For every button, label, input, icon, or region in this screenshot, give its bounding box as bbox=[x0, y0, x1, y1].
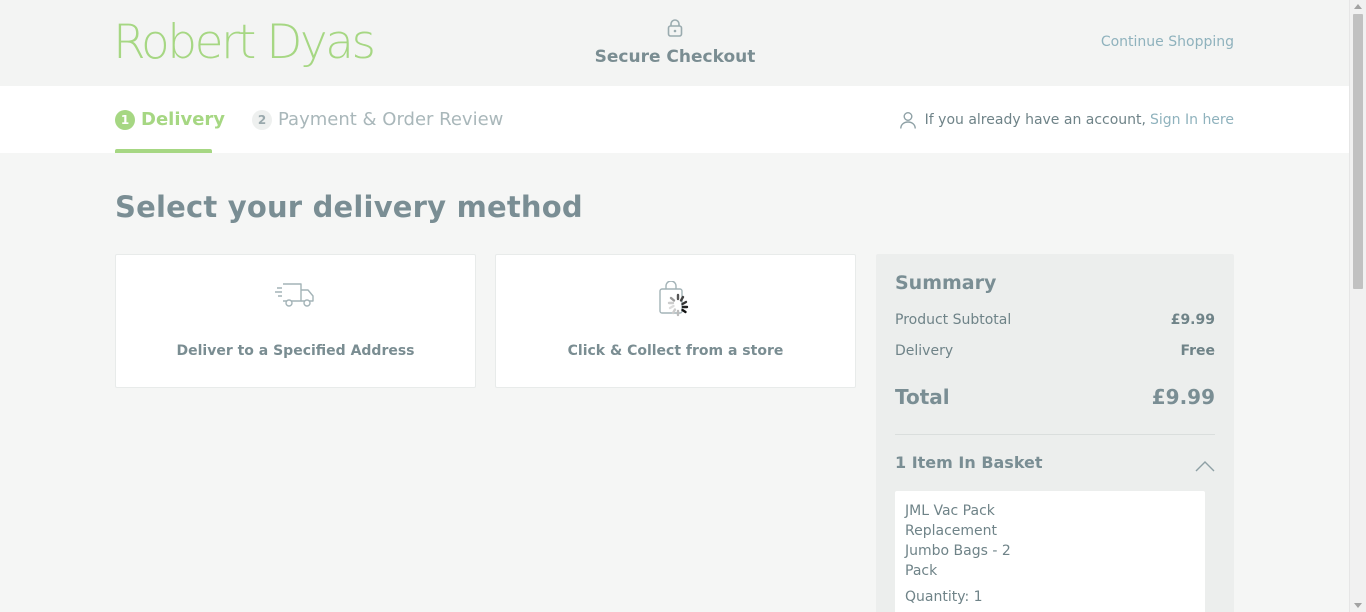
item-name[interactable]: JML Vac Pack Replacement Jumbo Bags - 2 … bbox=[905, 501, 1035, 581]
sign-in-link[interactable]: Sign In here bbox=[1150, 112, 1234, 128]
step-number: 1 bbox=[115, 109, 135, 130]
step-number: 2 bbox=[252, 109, 272, 130]
total-row: Total £9.99 bbox=[895, 385, 1215, 409]
checkout-page: Robert Dyas Secure Checkout Continue Sho… bbox=[0, 0, 1349, 612]
basket-toggle[interactable]: 1 Item In Basket bbox=[895, 453, 1215, 472]
lock-icon bbox=[666, 18, 684, 38]
shopping-bag-icon bbox=[656, 280, 696, 321]
continue-shopping-link[interactable]: Continue Shopping bbox=[1101, 34, 1234, 50]
checkout-steps: 1 Delivery 2 Payment & Order Review If y… bbox=[0, 86, 1349, 153]
delivery-option-label: Click & Collect from a store bbox=[567, 343, 784, 359]
account-prompt: If you already have an account, Sign In … bbox=[899, 86, 1234, 153]
total-label: Total bbox=[895, 385, 950, 409]
step-label: Delivery bbox=[141, 109, 226, 130]
total-value: £9.99 bbox=[1151, 385, 1215, 409]
delivery-option-click-collect[interactable]: Click & Collect from a store bbox=[495, 254, 856, 388]
header: Robert Dyas Secure Checkout Continue Sho… bbox=[0, 0, 1349, 86]
order-summary: Summary Product Subtotal £9.99 Delivery … bbox=[876, 254, 1234, 612]
basket-item: JML Vac Pack Replacement Jumbo Bags - 2 … bbox=[895, 491, 1205, 612]
subtotal-label: Product Subtotal bbox=[895, 312, 1012, 328]
summary-title: Summary bbox=[895, 272, 997, 294]
item-quantity: Quantity: 1 bbox=[905, 589, 983, 605]
delivery-row: Delivery Free bbox=[895, 343, 1215, 359]
user-icon bbox=[899, 111, 917, 129]
subtotal-row: Product Subtotal £9.99 bbox=[895, 312, 1215, 328]
step-label: Payment & Order Review bbox=[278, 109, 504, 130]
scroll-up-arrow-icon[interactable] bbox=[1354, 4, 1362, 9]
secure-checkout-label: Secure Checkout bbox=[594, 47, 756, 67]
basket-title: 1 Item In Basket bbox=[895, 453, 1043, 472]
divider bbox=[895, 434, 1215, 435]
delivery-option-address[interactable]: Deliver to a Specified Address bbox=[115, 254, 476, 388]
step-delivery[interactable]: 1 Delivery bbox=[115, 86, 225, 153]
active-step-indicator bbox=[115, 149, 212, 153]
delivery-option-label: Deliver to a Specified Address bbox=[176, 343, 415, 359]
logo[interactable]: Robert Dyas bbox=[113, 14, 376, 72]
chevron-up-icon[interactable] bbox=[1195, 457, 1215, 471]
secure-checkout: Secure Checkout bbox=[560, 18, 790, 67]
truck-icon bbox=[274, 281, 317, 325]
step-payment[interactable]: 2 Payment & Order Review bbox=[252, 86, 503, 153]
scroll-down-arrow-icon[interactable] bbox=[1354, 603, 1362, 608]
delivery-label: Delivery bbox=[895, 343, 954, 359]
page-title: Select your delivery method bbox=[115, 190, 583, 224]
subtotal-value: £9.99 bbox=[1170, 312, 1215, 328]
delivery-value: Free bbox=[1180, 343, 1215, 359]
account-prompt-text: If you already have an account, bbox=[924, 111, 1146, 128]
scrollbar-thumb[interactable] bbox=[1353, 14, 1363, 289]
vertical-scrollbar[interactable] bbox=[1349, 0, 1366, 612]
